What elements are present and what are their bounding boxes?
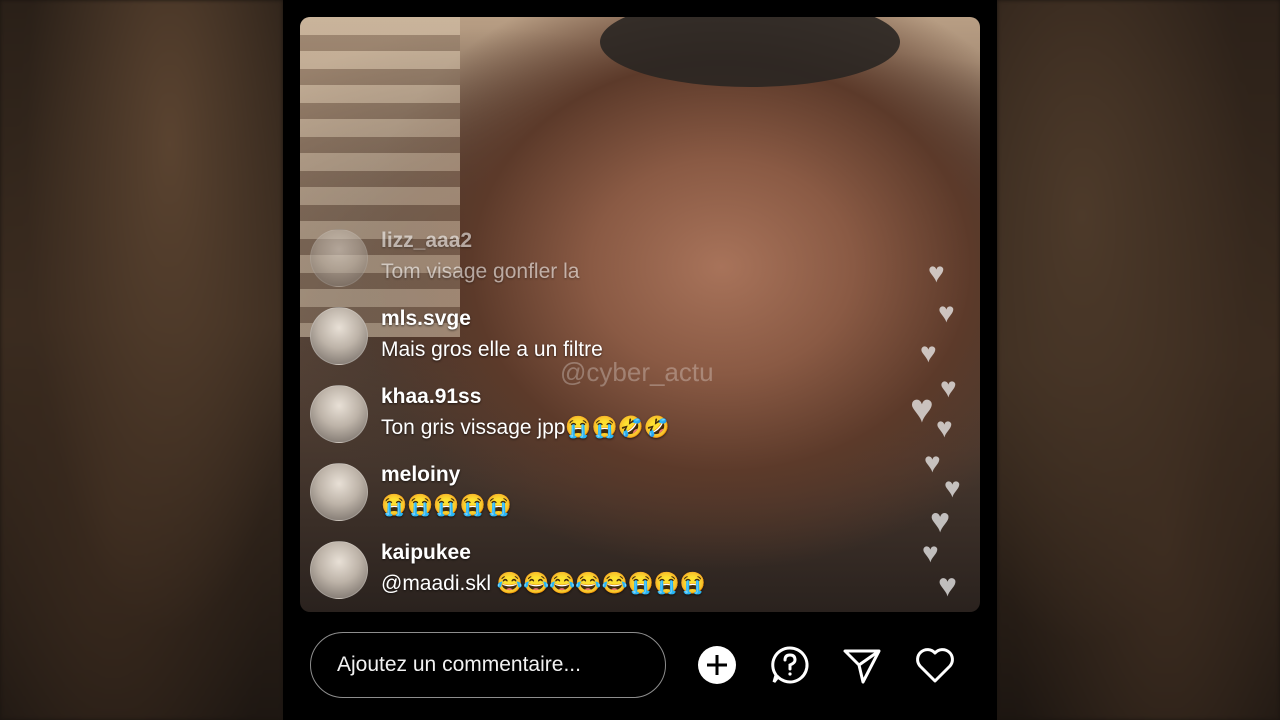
live-video-feed: @cyber_actu ♥ ♥ ♥ ♥ ♥ ♥ ♥ ♥ ♥ ♥ ♥ lizz_a… bbox=[300, 17, 980, 612]
headband bbox=[600, 17, 900, 87]
comment-username[interactable]: mls.svge bbox=[381, 307, 471, 331]
live-comments-list: lizz_aaa2 Tom visage gonfler la mls.svge… bbox=[310, 227, 970, 612]
blurred-backdrop-left bbox=[0, 0, 283, 720]
comment-username[interactable]: meloiny bbox=[381, 463, 460, 487]
avatar[interactable] bbox=[310, 307, 368, 365]
avatar[interactable] bbox=[310, 385, 368, 443]
avatar[interactable] bbox=[310, 541, 368, 599]
comment-input[interactable] bbox=[310, 632, 666, 698]
send-icon[interactable] bbox=[841, 644, 883, 686]
comment-username[interactable]: khaa.91ss bbox=[381, 385, 481, 409]
comment-username[interactable]: kaipukee bbox=[381, 541, 471, 565]
comment-item: meloiny 😭😭😭😭😭 bbox=[310, 461, 970, 539]
avatar[interactable] bbox=[310, 229, 368, 287]
comment-item: lizz_aaa2 Tom visage gonfler la bbox=[310, 227, 970, 305]
live-stream-screen: @cyber_actu ♥ ♥ ♥ ♥ ♥ ♥ ♥ ♥ ♥ ♥ ♥ lizz_a… bbox=[283, 0, 997, 720]
avatar[interactable] bbox=[310, 463, 368, 521]
comment-item: mls.svge Mais gros elle a un filtre bbox=[310, 305, 970, 383]
comment-text: Tom visage gonfler la bbox=[381, 260, 580, 283]
plus-circle-icon[interactable] bbox=[696, 644, 738, 686]
comment-text: Mais gros elle a un filtre bbox=[381, 338, 603, 361]
heart-icon[interactable] bbox=[914, 644, 956, 686]
comment-text: 😭😭😭😭😭 bbox=[381, 494, 512, 517]
comment-text: @maadi.skl 😂😂😂😂😂😭😭😭 bbox=[381, 572, 707, 595]
comment-text: Ton gris vissage jpp😭😭🤣🤣 bbox=[381, 416, 671, 439]
bottom-action-bar bbox=[283, 612, 997, 720]
blurred-backdrop-right bbox=[997, 0, 1280, 720]
question-bubble-icon[interactable] bbox=[769, 644, 811, 686]
comment-username[interactable]: lizz_aaa2 bbox=[381, 229, 472, 253]
comment-item: khaa.91ss Ton gris vissage jpp😭😭🤣🤣 bbox=[310, 383, 970, 461]
comment-item: kaipukee @maadi.skl 😂😂😂😂😂😭😭😭 bbox=[310, 539, 970, 612]
